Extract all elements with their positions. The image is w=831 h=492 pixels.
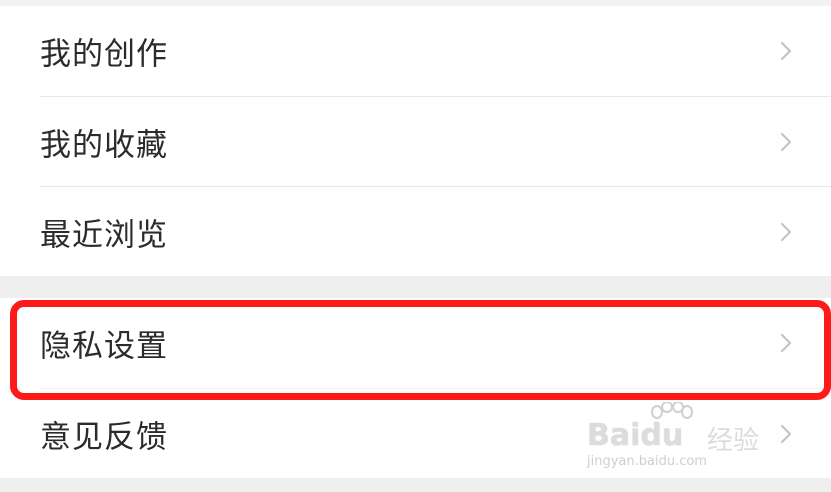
menu-item-recent-views[interactable]: 最近浏览 <box>0 187 831 276</box>
menu-item-label: 意见反馈 <box>40 419 168 455</box>
chevron-right-icon <box>780 41 792 61</box>
menu-item-label: 最近浏览 <box>40 217 168 253</box>
chevron-right-icon <box>780 222 792 241</box>
menu-item-privacy-settings[interactable]: 隐私设置 <box>0 298 831 388</box>
chevron-right-icon <box>780 424 792 443</box>
menu-group-2: 隐私设置 意见反馈 <box>0 298 831 478</box>
menu-item-my-favorites[interactable]: 我的收藏 <box>0 97 831 186</box>
bottom-separator <box>0 478 831 492</box>
chevron-right-icon <box>780 132 792 151</box>
chevron-right-icon <box>780 333 792 353</box>
menu-item-label: 我的创作 <box>40 36 168 73</box>
menu-item-label: 隐私设置 <box>40 328 168 365</box>
menu-item-feedback[interactable]: 意见反馈 <box>0 389 831 478</box>
menu-item-label: 我的收藏 <box>40 127 168 163</box>
menu-group-1: 我的创作 我的收藏 最近浏览 <box>0 6 831 276</box>
menu-item-my-creations[interactable]: 我的创作 <box>0 6 831 96</box>
